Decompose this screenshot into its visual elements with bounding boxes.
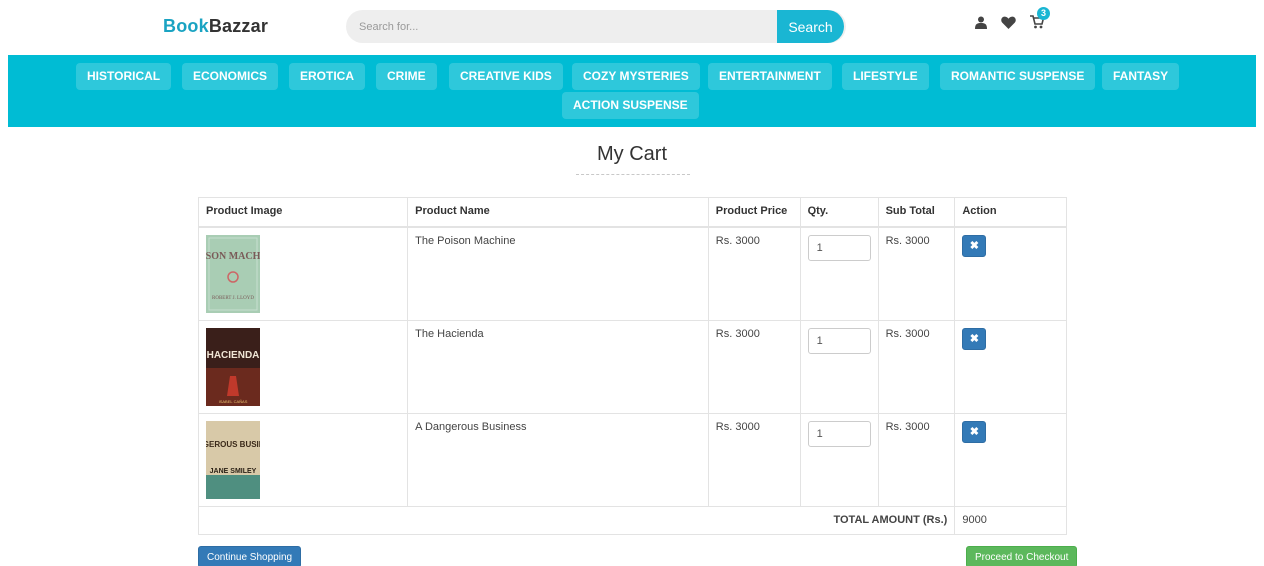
brand-logo-part1: Book — [163, 16, 209, 36]
product-name[interactable]: The Hacienda — [407, 319, 709, 414]
header-product-price: Product Price — [707, 197, 801, 228]
table-row: POISON MACHINE ROBERT J. LLOYD The Poiso… — [197, 226, 1067, 321]
total-amount-label: TOTAL AMOUNT (Rs.) — [197, 505, 956, 535]
cover-title: POISON MACHINE — [206, 251, 260, 262]
product-price: Rs. 3000 — [707, 412, 801, 507]
brand-logo[interactable]: BookBazzar — [163, 16, 268, 37]
sub-total: Rs. 3000 — [877, 412, 956, 507]
category-erotica[interactable]: EROTICA — [289, 63, 365, 90]
sub-total: Rs. 3000 — [877, 226, 956, 321]
header-product-image: Product Image — [197, 197, 409, 228]
search-bar: Search — [346, 10, 846, 43]
site-header: BookBazzar Search 3 — [0, 0, 1264, 55]
total-amount-value: 9000 — [954, 505, 1067, 535]
qty-input[interactable] — [807, 327, 871, 354]
page-title: My Cart — [597, 143, 667, 165]
product-price: Rs. 3000 — [707, 319, 801, 414]
category-cozy-mysteries[interactable]: COZY MYSTERIES — [572, 63, 700, 90]
cover-title: DANGEROUS BUSINESS — [206, 440, 260, 449]
heart-icon[interactable] — [1001, 16, 1016, 34]
sub-total: Rs. 3000 — [877, 319, 956, 414]
cover-title: HACIENDA — [207, 350, 260, 361]
book-cover-image[interactable]: DANGEROUS BUSINESS JANE SMILEY — [206, 420, 260, 499]
cover-author: JANE SMILEY — [210, 468, 257, 475]
category-economics[interactable]: ECONOMICS — [182, 63, 279, 90]
category-fantasy[interactable]: FANTASY — [1102, 63, 1180, 90]
header-icons: 3 — [975, 7, 1058, 34]
category-action-suspense[interactable]: ACTION SUSPENSE — [562, 92, 699, 119]
header-qty: Qty. — [799, 197, 879, 228]
continue-shopping-button[interactable]: Continue Shopping — [198, 546, 302, 566]
remove-item-button[interactable]: ✖ — [962, 234, 987, 257]
user-icon[interactable] — [975, 16, 987, 34]
cover-author: ROBERT J. LLOYD — [212, 296, 254, 301]
category-lifestyle[interactable]: LIFESTYLE — [842, 63, 929, 90]
category-nav: HISTORICAL ECONOMICS EROTICA CRIME CREAT… — [8, 55, 1256, 127]
cart-table: Product Image Product Name Product Price… — [197, 197, 1067, 535]
cart-icon[interactable]: 3 — [1030, 7, 1050, 34]
remove-item-button[interactable]: ✖ — [962, 327, 987, 350]
brand-logo-part2: Bazzar — [208, 16, 269, 36]
close-icon: ✖ — [969, 426, 979, 438]
cart-count-badge: 3 — [1037, 7, 1050, 20]
title-divider — [576, 174, 690, 175]
category-crime[interactable]: CRIME — [376, 63, 437, 90]
table-header-row: Product Image Product Name Product Price… — [197, 197, 1067, 228]
search-button[interactable]: Search — [777, 10, 844, 43]
table-row: DANGEROUS BUSINESS JANE SMILEY A Dangero… — [197, 412, 1067, 507]
category-historical[interactable]: HISTORICAL — [76, 63, 172, 90]
book-cover-image[interactable]: HACIENDA ISABEL CAÑAS — [206, 327, 260, 406]
category-romantic-suspense[interactable]: ROMANTIC SUSPENSE — [940, 63, 1096, 90]
category-creative-kids[interactable]: CREATIVE KIDS — [449, 63, 563, 90]
total-row: TOTAL AMOUNT (Rs.) 9000 — [197, 505, 1067, 535]
table-row: HACIENDA ISABEL CAÑAS The Hacienda Rs. 3… — [197, 319, 1067, 414]
product-name[interactable]: A Dangerous Business — [407, 412, 709, 507]
search-input[interactable] — [346, 10, 779, 43]
header-action: Action — [954, 197, 1067, 228]
product-price: Rs. 3000 — [707, 226, 801, 321]
qty-input[interactable] — [807, 420, 871, 447]
proceed-to-checkout-button[interactable]: Proceed to Checkout — [966, 546, 1078, 566]
remove-item-button[interactable]: ✖ — [962, 420, 987, 443]
category-entertainment[interactable]: ENTERTAINMENT — [708, 63, 832, 90]
close-icon: ✖ — [969, 333, 979, 345]
product-name[interactable]: The Poison Machine — [407, 226, 709, 321]
header-sub-total: Sub Total — [877, 197, 956, 228]
qty-input[interactable] — [807, 234, 871, 261]
book-cover-image[interactable]: POISON MACHINE ROBERT J. LLOYD — [206, 234, 260, 313]
header-product-name: Product Name — [407, 197, 709, 228]
close-icon: ✖ — [969, 240, 979, 252]
cover-author: ISABEL CAÑAS — [219, 399, 248, 404]
